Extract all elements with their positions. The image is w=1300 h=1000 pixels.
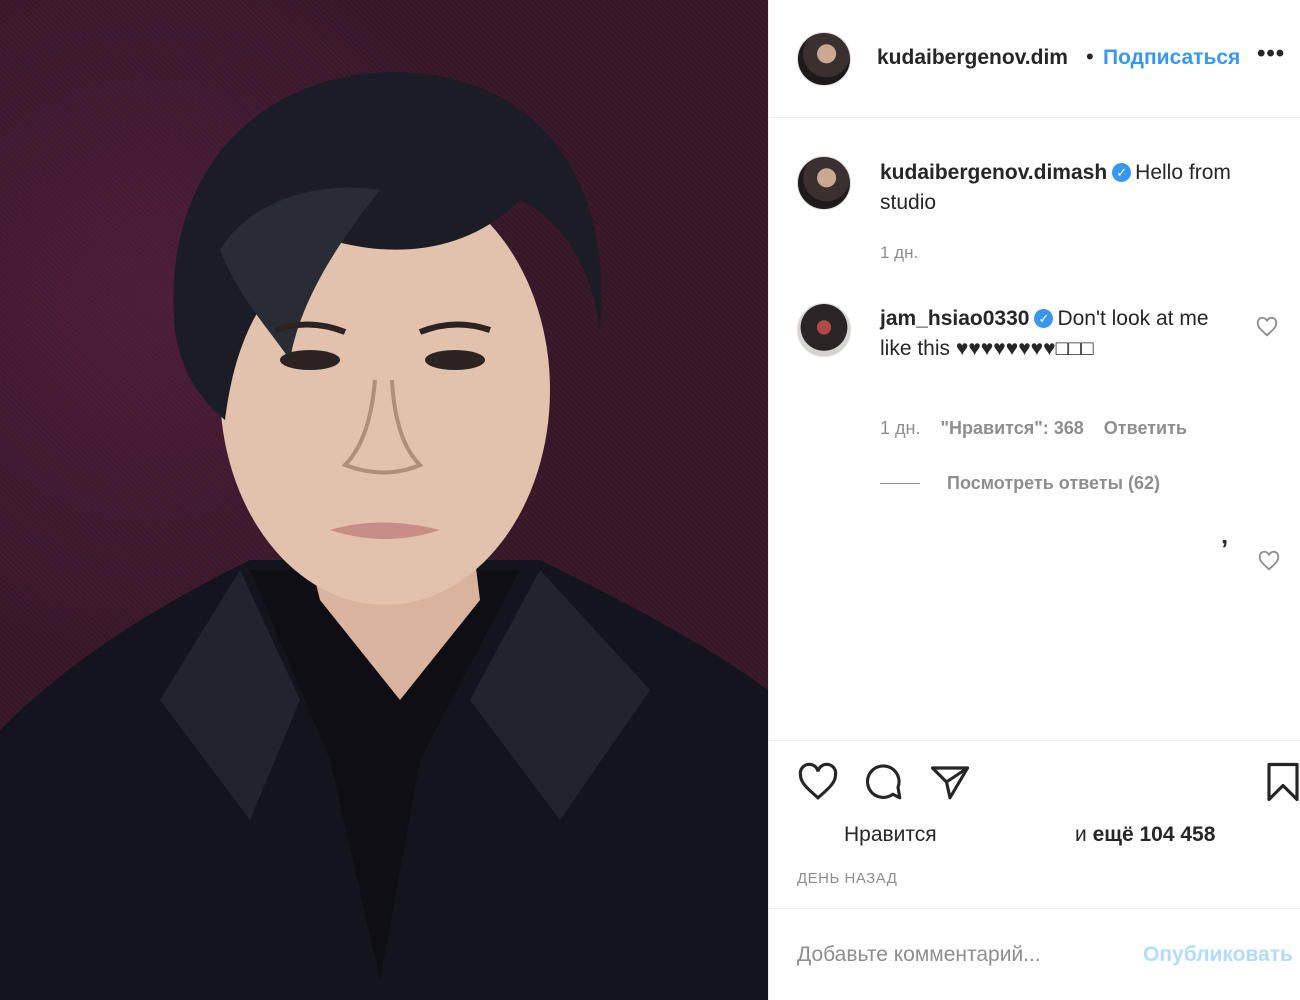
publish-button[interactable]: Опубликовать: [1143, 943, 1293, 967]
comment-username[interactable]: jam_hsiao0330: [880, 307, 1029, 330]
likes-label[interactable]: Нравится: [844, 823, 937, 847]
more-options-icon[interactable]: •••: [1257, 40, 1285, 68]
post-actions-bar: Нравится и ещё 104 458 ДЕНЬ НАЗАД: [769, 740, 1300, 910]
author-avatar[interactable]: [797, 32, 851, 86]
view-replies-label: Посмотреть ответы (62): [947, 473, 1160, 493]
caption-text-block: kudaibergenov.dimash ✓ Hello from studio: [880, 158, 1280, 218]
comment-timestamp[interactable]: 1 дн.: [880, 418, 920, 439]
add-comment-form: Опубликовать: [769, 908, 1300, 1000]
verified-badge-icon: ✓: [1112, 163, 1132, 182]
caption-timestamp[interactable]: 1 дн.: [880, 243, 918, 263]
post-side-panel: kudaibergenov.dim • Подписаться ••• kuda…: [768, 0, 1300, 1000]
post-header: kudaibergenov.dim • Подписаться •••: [769, 0, 1300, 118]
likes-more-prefix: и: [1075, 823, 1087, 846]
comment-meta: 1 дн. "Нравится": 368 Ответить: [880, 418, 1187, 439]
comment-bubble-icon[interactable]: [863, 761, 905, 803]
comment-text-block: jam_hsiao0330 ✓ Don't look at me like this…: [880, 304, 1240, 364]
separator-dot: •: [1086, 44, 1094, 69]
reply-button[interactable]: Ответить: [1104, 418, 1187, 439]
comment-likes-count[interactable]: "Нравится": 368: [940, 418, 1083, 439]
comment-input[interactable]: [797, 937, 1137, 973]
view-replies-button[interactable]: Посмотреть ответы (62): [880, 473, 1160, 494]
like-heart-icon[interactable]: [797, 761, 839, 803]
share-send-icon[interactable]: [929, 761, 971, 803]
post-photo[interactable]: [0, 0, 768, 1000]
save-bookmark-icon[interactable]: [1265, 761, 1300, 803]
post-timestamp[interactable]: ДЕНЬ НАЗАД: [797, 870, 897, 887]
likes-more-value: ещё 104 458: [1092, 823, 1216, 846]
replies-divider: [880, 483, 920, 484]
comment-like-heart-icon-2[interactable]: [1258, 550, 1280, 572]
caption-username[interactable]: kudaibergenov.dimash: [880, 161, 1107, 184]
caption-author-avatar[interactable]: [797, 156, 851, 210]
follow-button[interactable]: Подписаться: [1103, 46, 1240, 70]
likes-more-count[interactable]: и ещё 104 458: [1075, 823, 1215, 847]
post-image-illustration: [0, 71, 768, 1000]
comment-fragment-mark: ’: [1221, 534, 1229, 564]
comment-like-heart-icon[interactable]: [1256, 316, 1278, 338]
author-username[interactable]: kudaibergenov.dim: [877, 46, 1079, 70]
commenter-avatar[interactable]: [797, 303, 851, 357]
verified-badge-icon: ✓: [1034, 309, 1054, 328]
